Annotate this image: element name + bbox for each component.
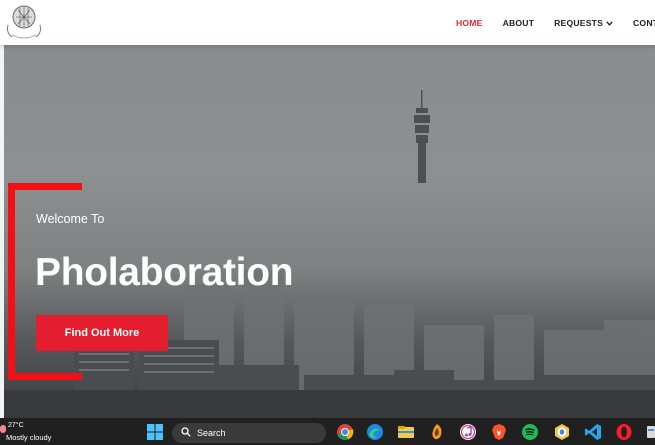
edge-icon[interactable] [366, 423, 384, 441]
brave-icon[interactable] [490, 423, 508, 441]
nav-requests[interactable]: REQUESTS [554, 18, 613, 28]
logo-icon [7, 5, 41, 39]
app-edge-icon[interactable] [646, 423, 655, 441]
windows-taskbar: 27°C Mostly cloudy Search [0, 418, 655, 445]
frame-left-bar [8, 183, 15, 380]
hero-section: Welcome To Pholaboration Find Out More [4, 45, 655, 418]
app-icon[interactable] [553, 423, 571, 441]
chrome-icon[interactable] [336, 423, 354, 441]
weather-condition: Mostly cloudy [6, 433, 52, 442]
search-icon [181, 424, 191, 442]
frame-bottom-bar [8, 373, 82, 380]
frame-top-bar [8, 183, 82, 190]
fl-studio-icon[interactable] [428, 423, 446, 441]
weather-icon [0, 425, 6, 433]
nav-requests-label: REQUESTS [554, 17, 604, 28]
nav-home[interactable]: HOME [456, 18, 483, 28]
city-skyline-image [4, 90, 655, 418]
find-out-more-button[interactable]: Find Out More [36, 315, 168, 351]
chevron-down-icon [606, 18, 613, 28]
hero-welcome-text: Welcome To [36, 212, 105, 226]
nav-contact[interactable]: CONTA [633, 18, 655, 28]
weather-temperature: 27°C [8, 422, 24, 429]
site-header: HOME ABOUT REQUESTS CONTA [0, 0, 655, 45]
opera-icon[interactable] [615, 423, 633, 441]
site-logo[interactable] [4, 3, 44, 41]
spotify-icon[interactable] [521, 423, 539, 441]
itunes-icon[interactable] [459, 423, 477, 441]
vscode-icon[interactable] [584, 423, 602, 441]
nav-contact-label: CONTA [633, 17, 655, 28]
weather-widget[interactable]: 27°C Mostly cloudy [0, 421, 70, 445]
windows-start-icon[interactable] [146, 423, 164, 441]
main-nav: HOME ABOUT REQUESTS CONTA [456, 0, 655, 45]
hero-title: Pholaboration [35, 251, 294, 294]
file-explorer-icon[interactable] [397, 423, 415, 441]
taskbar-search-box[interactable]: Search [172, 423, 326, 443]
nav-home-label: HOME [456, 17, 483, 28]
nav-about-label: ABOUT [502, 17, 535, 28]
nav-about[interactable]: ABOUT [503, 18, 535, 28]
search-label: Search [197, 428, 226, 438]
